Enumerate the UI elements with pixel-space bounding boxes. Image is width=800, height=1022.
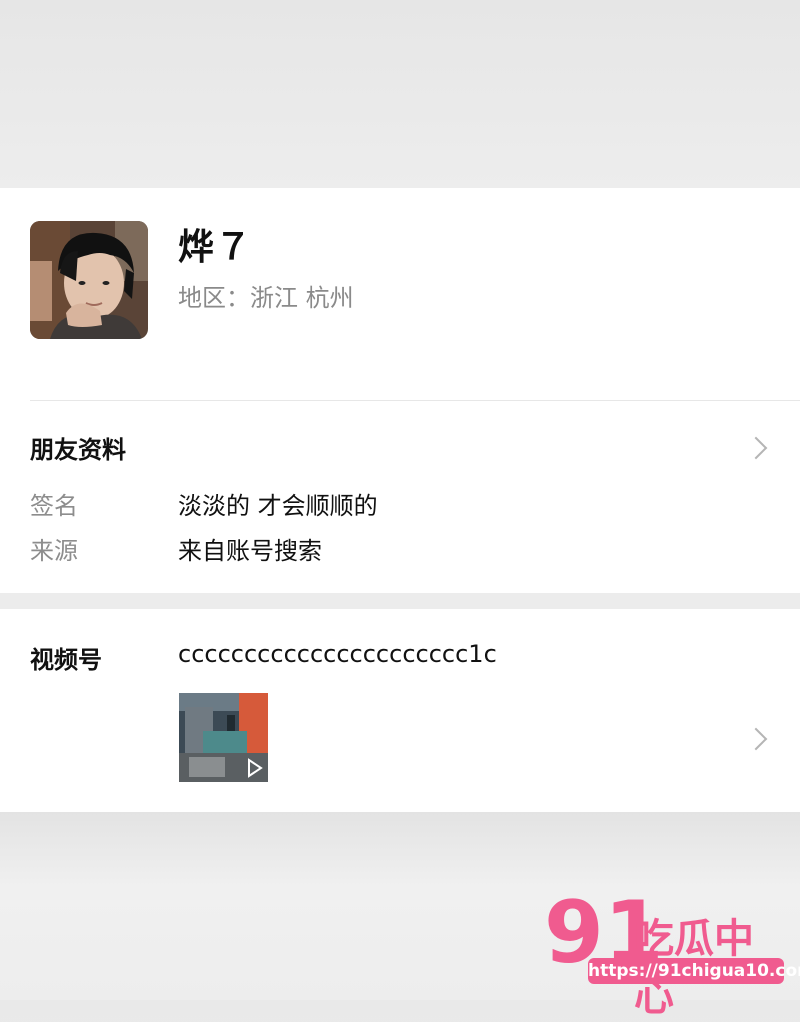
avatar[interactable] bbox=[30, 221, 148, 339]
section-gap bbox=[0, 593, 800, 609]
watermark-url: https://91chigua10.com bbox=[588, 958, 800, 984]
profile-name: 烨７ bbox=[178, 227, 253, 268]
profile-divider bbox=[30, 400, 800, 401]
channels-account: cccccccccccccccccccccc1c bbox=[178, 640, 497, 668]
signature-label: 签名 bbox=[30, 492, 78, 520]
signature-value: 淡淡的 才会顺顺的 bbox=[178, 492, 378, 520]
top-backdrop bbox=[0, 0, 800, 188]
watermark: 91 吃瓜中心 https://91chigua10.com bbox=[540, 883, 800, 1020]
source-label: 来源 bbox=[30, 537, 78, 565]
region-value: 浙江 杭州 bbox=[250, 284, 354, 312]
friend-info-title[interactable]: 朋友资料 bbox=[30, 430, 126, 465]
region-row: 地区：浙江 杭州 bbox=[178, 278, 354, 313]
region-label: 地区： bbox=[178, 284, 250, 312]
video-thumbnail[interactable] bbox=[179, 693, 268, 782]
source-value: 来自账号搜索 bbox=[178, 537, 322, 565]
channels-title: 视频号 bbox=[30, 646, 102, 674]
